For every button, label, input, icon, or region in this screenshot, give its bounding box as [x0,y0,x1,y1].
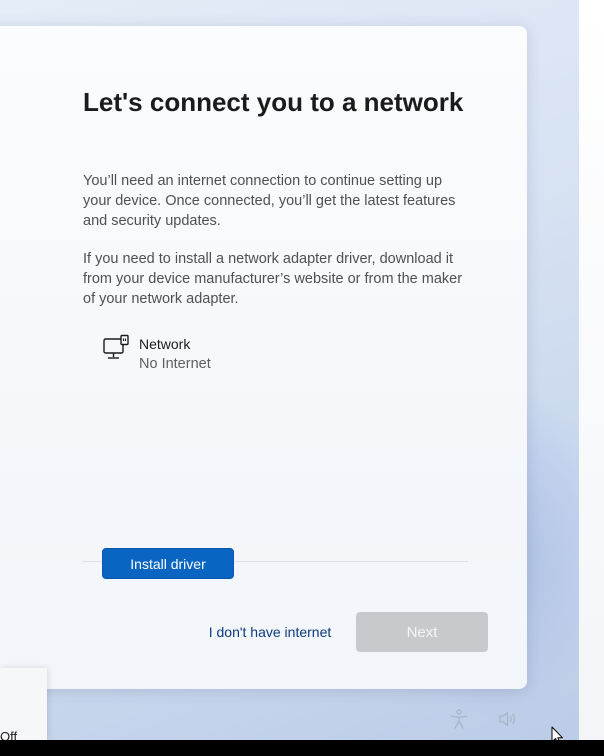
network-name: Network [139,336,191,352]
network-list-item[interactable]: Network No Internet [102,334,302,376]
no-internet-button[interactable]: I don't have internet [200,617,340,647]
install-driver-button[interactable]: Install driver [102,548,234,579]
network-status: No Internet [139,356,211,372]
wired-network-icon [103,334,129,359]
bottom-edge [0,740,604,756]
side-panel: Off [0,668,47,744]
volume-icon[interactable] [497,708,519,730]
page-title: Let's connect you to a network [83,87,464,117]
setup-card: Let's connect you to a network You’ll ne… [0,26,527,689]
next-button: Next [356,612,488,652]
accessibility-icon[interactable] [448,708,470,730]
driver-paragraph: If you need to install a network adapter… [83,251,463,307]
oobe-desktop: Let's connect you to a network You’ll ne… [0,0,604,756]
intro-paragraph: You’ll need an internet connection to co… [83,173,456,229]
background-edge [579,0,604,740]
